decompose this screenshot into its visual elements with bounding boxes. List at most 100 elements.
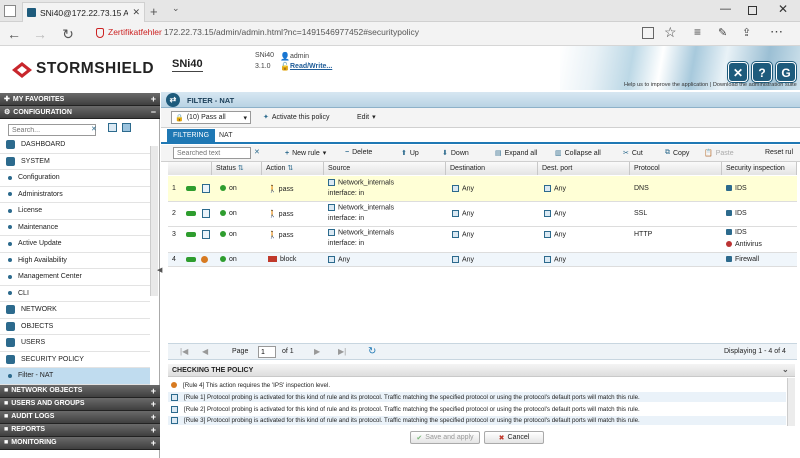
expand-all-icon[interactable]	[122, 123, 131, 132]
col-header-destination[interactable]: Destination	[446, 162, 538, 175]
tab-nat[interactable]: NAT	[213, 129, 238, 143]
new-rule-button[interactable]: + New rule ▾	[285, 149, 326, 158]
down-button[interactable]: ⬇ Down	[442, 149, 469, 158]
sidebar-monitoring-header[interactable]: ■ MONITORING +	[0, 436, 160, 450]
dest-port-cell[interactable]: Any	[544, 256, 566, 263]
collapse-chevron-icon[interactable]: ⌄	[782, 365, 789, 374]
table-row[interactable]: 4 on block Any Any Any Firewall	[168, 253, 797, 267]
destination-cell[interactable]: Any	[452, 210, 474, 217]
sidebar-item-maintenance[interactable]: Maintenance	[0, 220, 150, 236]
hub-icon[interactable]: ≡	[694, 25, 701, 39]
tab-close-icon[interactable]: ✕	[132, 7, 140, 18]
sidebar-item-system[interactable]: SYSTEM	[0, 154, 150, 170]
back-icon[interactable]: ←	[4, 22, 24, 46]
first-page-icon[interactable]: |◀	[180, 347, 188, 356]
sidebar-item-cli[interactable]: CLI	[0, 286, 150, 302]
url-field[interactable]: 172.22.73.15/admin/admin.html?nc=1491546…	[164, 27, 419, 37]
logout-button[interactable]: G	[776, 62, 796, 82]
source-cell[interactable]: Network_internals	[328, 179, 394, 186]
new-tab-button[interactable]: +	[150, 4, 158, 19]
sidebar-collapse-handle[interactable]: ◀	[157, 266, 162, 274]
maximize-icon[interactable]	[748, 6, 757, 15]
rule-search-input[interactable]	[173, 147, 251, 159]
share-icon[interactable]: ⇪	[742, 26, 751, 39]
source-cell[interactable]: Network_internals	[328, 204, 394, 211]
refresh-icon[interactable]: ↻	[368, 346, 376, 357]
inspection-cell[interactable]: IDS	[726, 185, 747, 192]
paste-button[interactable]: 📋 Paste	[704, 149, 734, 158]
save-apply-button[interactable]: ✔ Save and apply	[410, 431, 480, 444]
collapse-icon[interactable]: −	[151, 107, 156, 117]
toggle-icon[interactable]	[186, 186, 196, 191]
sidebar-favorites-header[interactable]: ✚ MY FAVORITES +	[0, 93, 160, 106]
source-cell[interactable]: Network_internals	[328, 229, 394, 236]
col-header-action[interactable]: Action ⇅	[262, 162, 324, 175]
expand-icon[interactable]: +	[151, 438, 156, 448]
toggle-icon[interactable]	[186, 211, 196, 216]
delete-button[interactable]: − Delete	[345, 149, 372, 156]
check-message[interactable]: [Rule 3] Protocol probing is activated f…	[168, 416, 786, 425]
policy-select[interactable]: 🔒 (10) Pass all ▾	[171, 111, 251, 124]
reading-view-icon[interactable]	[642, 27, 654, 39]
web-note-icon[interactable]: ✎	[718, 26, 727, 39]
status-cell[interactable]: on	[220, 231, 237, 238]
toggle-icon[interactable]	[186, 232, 196, 237]
sidebar-item-filter-nat[interactable]: Filter - NAT	[0, 368, 150, 385]
access-mode-link[interactable]: Read/Write...	[290, 63, 332, 70]
expand-icon[interactable]: +	[151, 399, 156, 409]
refresh-icon[interactable]: ↻	[58, 22, 78, 46]
destination-cell[interactable]: Any	[452, 256, 474, 263]
copy-button[interactable]: ⧉ Copy	[665, 149, 689, 157]
cert-warning-icon[interactable]	[96, 28, 104, 38]
activate-policy-button[interactable]: ✦ Activate this policy	[263, 113, 329, 122]
sidebar-search-input[interactable]	[8, 124, 96, 136]
action-cell[interactable]: 🚶 pass	[268, 185, 293, 193]
status-cell[interactable]: on	[220, 185, 237, 192]
table-row[interactable]: 1 on 🚶 pass Network_internals interface:…	[168, 176, 797, 202]
sidebar-reports-header[interactable]: ■ REPORTS +	[0, 423, 160, 437]
inspection-cell[interactable]: IDS	[726, 229, 747, 236]
window-close-icon[interactable]: ✕	[778, 2, 788, 16]
expand-icon[interactable]: +	[151, 425, 156, 435]
sidebar-item-security-policy[interactable]: SECURITY POLICY	[0, 352, 150, 368]
checking-header[interactable]: CHECKING THE POLICY ⌄	[168, 364, 795, 377]
check-message[interactable]: [Rule 2] Protocol probing is activated f…	[168, 404, 786, 414]
sidebar-item-administrators[interactable]: Administrators	[0, 187, 150, 203]
table-row[interactable]: 3 on 🚶 pass Network_internals interface:…	[168, 227, 797, 253]
sidebar-item-management-center[interactable]: Management Center	[0, 269, 150, 286]
cancel-button[interactable]: ✖ Cancel	[484, 431, 544, 444]
sidebar-users-groups-header[interactable]: ■ USERS AND GROUPS +	[0, 397, 160, 411]
action-cell[interactable]: 🚶 pass	[268, 231, 293, 239]
toggle-icon[interactable]	[186, 257, 196, 262]
col-header-protocol[interactable]: Protocol	[630, 162, 722, 175]
dest-port-cell[interactable]: Any	[544, 210, 566, 217]
tools-button[interactable]: ✕	[728, 62, 748, 82]
up-button[interactable]: ⬆ Up	[401, 149, 419, 158]
status-cell[interactable]: on	[220, 210, 237, 217]
collapse-all-icon[interactable]	[108, 123, 117, 132]
sidebar-item-active-update[interactable]: Active Update	[0, 236, 150, 253]
col-header-source[interactable]: Source	[324, 162, 446, 175]
inspection-cell[interactable]: IDS	[726, 210, 747, 217]
col-header-status[interactable]: Status ⇅	[212, 162, 262, 175]
sidebar-network-objects-header[interactable]: ■ NETWORK OBJECTS +	[0, 384, 160, 398]
protocol-value[interactable]: HTTP	[634, 231, 652, 238]
source-cell[interactable]: Any	[328, 256, 350, 263]
status-cell[interactable]: on	[220, 256, 237, 263]
sidebar-item-network[interactable]: NETWORK	[0, 302, 150, 319]
help-improve-link[interactable]: Help us to improve the application	[624, 82, 708, 88]
inspection-cell-2[interactable]: Antivirus	[726, 241, 762, 248]
dest-port-cell[interactable]: Any	[544, 185, 566, 192]
tab-filtering[interactable]: FILTERING	[167, 129, 216, 143]
forward-icon[interactable]: →	[30, 22, 50, 46]
messages-scrollbar[interactable]	[787, 378, 795, 426]
col-header-inspection[interactable]: Security inspection	[722, 162, 797, 175]
sidebar-item-license[interactable]: License	[0, 203, 150, 220]
destination-cell[interactable]: Any	[452, 231, 474, 238]
dest-port-cell[interactable]: Any	[544, 231, 566, 238]
sidebar-item-high-availability[interactable]: High Availability	[0, 253, 150, 269]
action-cell[interactable]: 🚶 pass	[268, 210, 293, 218]
cert-warning-text[interactable]: Zertifikatfehler	[108, 27, 162, 37]
sidebar-audit-logs-header[interactable]: ■ AUDIT LOGS +	[0, 410, 160, 424]
browser-tab[interactable]: SNi40@172.22.73.15 Ac ✕	[22, 2, 145, 22]
